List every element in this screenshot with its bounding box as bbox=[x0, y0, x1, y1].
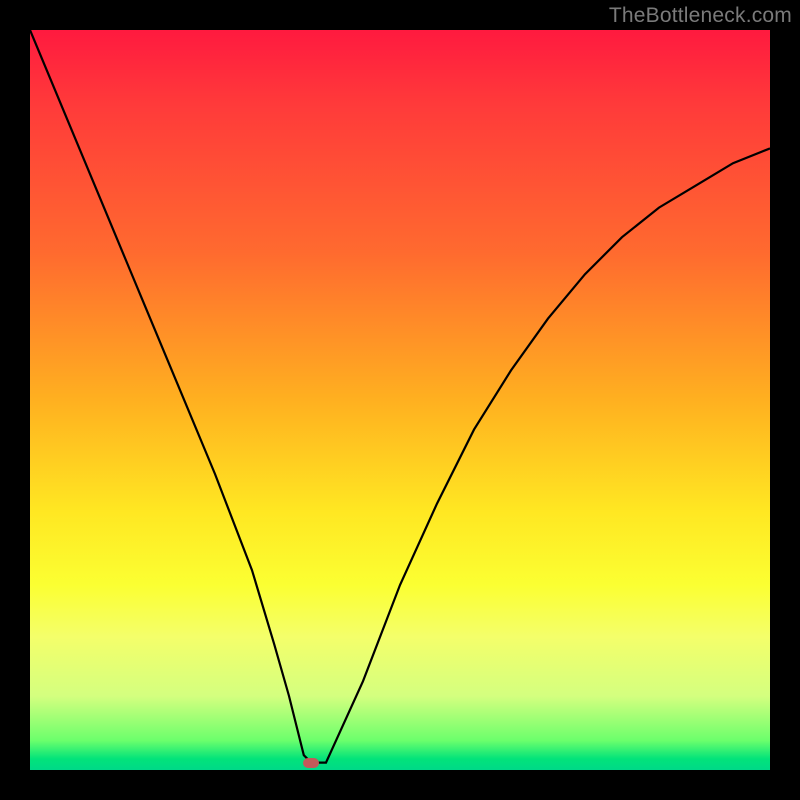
bottleneck-curve bbox=[30, 30, 770, 763]
curve-svg bbox=[30, 30, 770, 770]
watermark-text: TheBottleneck.com bbox=[609, 4, 792, 28]
optimal-point-marker bbox=[303, 758, 319, 768]
plot-area bbox=[30, 30, 770, 770]
outer-frame: TheBottleneck.com bbox=[0, 0, 800, 800]
